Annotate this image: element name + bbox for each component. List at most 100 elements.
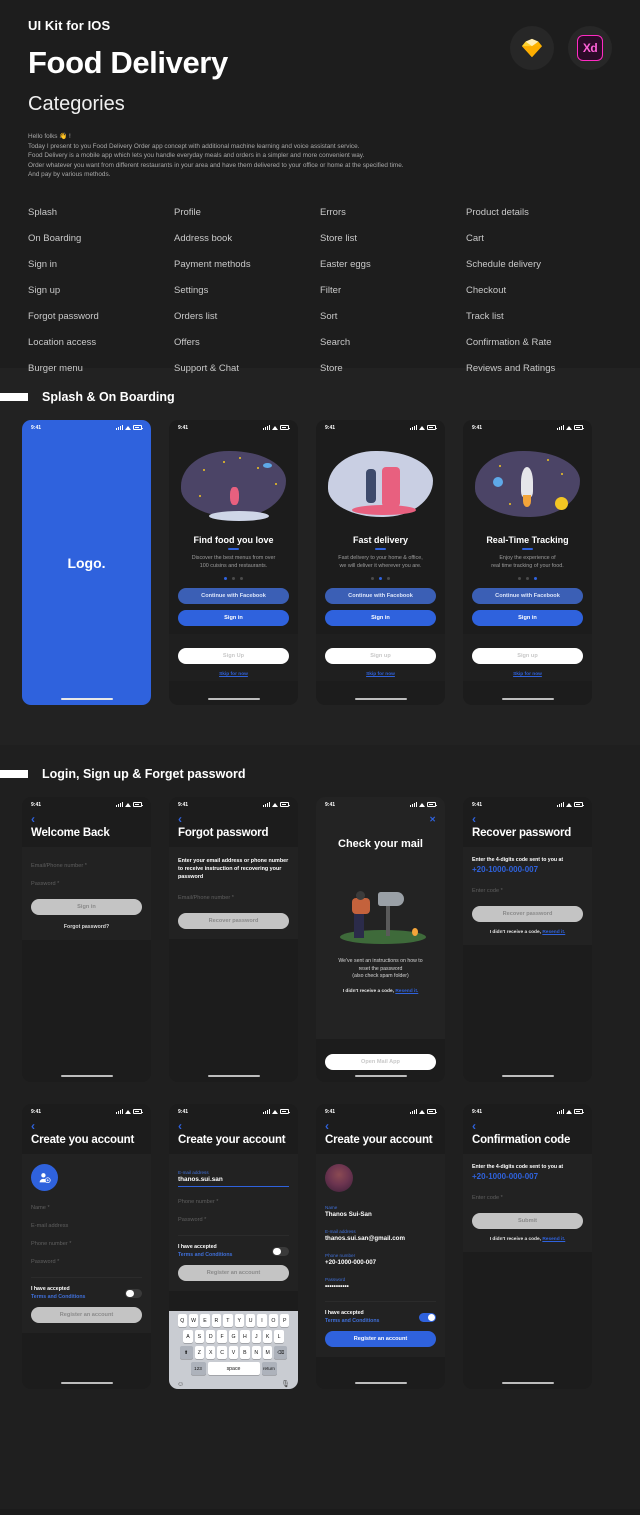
- dot-1[interactable]: [379, 576, 382, 580]
- sign-in-button[interactable]: Sign in: [472, 609, 583, 626]
- submit-button[interactable]: Submit: [472, 1213, 583, 1229]
- skip-for-now-link[interactable]: Skip for now: [366, 672, 395, 677]
- terms-and-conditions-link[interactable]: Terms and Conditions: [31, 1294, 85, 1300]
- close-icon[interactable]: ✕: [429, 815, 436, 824]
- dot-1[interactable]: [232, 576, 235, 580]
- back-button-icon[interactable]: ‹: [463, 812, 592, 825]
- terms-toggle[interactable]: [125, 1288, 142, 1299]
- key-o[interactable]: O: [268, 1314, 279, 1327]
- on-screen-keyboard[interactable]: Q W E R T Y U I O P A S D F G H J K L ⬆ …: [169, 1311, 298, 1389]
- back-button-icon[interactable]: ‹: [169, 1119, 298, 1132]
- category-item-14[interactable]: Filter: [320, 278, 466, 304]
- key-l[interactable]: L: [274, 1330, 284, 1343]
- backspace-key[interactable]: ⌫: [274, 1346, 288, 1359]
- back-button-icon[interactable]: ‹: [169, 812, 298, 825]
- key-a[interactable]: A: [183, 1330, 193, 1343]
- dot-0[interactable]: [224, 576, 227, 580]
- key-r[interactable]: R: [211, 1314, 222, 1327]
- sign-in-button[interactable]: Sign in: [325, 609, 436, 626]
- sketch-badge[interactable]: [510, 26, 554, 70]
- emoji-icon[interactable]: ☺: [177, 1381, 184, 1388]
- password-field[interactable]: Password *: [31, 875, 142, 893]
- numbers-key[interactable]: 123: [190, 1362, 206, 1375]
- category-item-15[interactable]: Checkout: [466, 278, 612, 304]
- category-item-23[interactable]: Confirmation & Rate: [466, 330, 612, 356]
- phone-field[interactable]: Phone number *: [178, 1193, 289, 1211]
- category-item-25[interactable]: Support & Chat: [174, 356, 320, 382]
- key-i[interactable]: I: [257, 1314, 267, 1327]
- code-field[interactable]: Enter code *: [472, 1189, 583, 1207]
- sign-up-button[interactable]: Sign Up: [178, 647, 289, 664]
- continue-with-facebook-button[interactable]: Continue with Facebook: [472, 587, 583, 604]
- category-item-13[interactable]: Settings: [174, 278, 320, 304]
- dot-2[interactable]: [387, 576, 390, 580]
- category-item-24[interactable]: Burger menu: [28, 356, 174, 382]
- category-item-4[interactable]: On Boarding: [28, 226, 174, 252]
- password-field[interactable]: Password *: [31, 1253, 142, 1271]
- dot-0[interactable]: [518, 576, 521, 580]
- register-button[interactable]: Register an account: [31, 1307, 142, 1323]
- category-item-18[interactable]: Sort: [320, 304, 466, 330]
- email-field[interactable]: Email/Phone number *: [31, 857, 142, 875]
- category-item-9[interactable]: Payment methods: [174, 252, 320, 278]
- category-item-5[interactable]: Address book: [174, 226, 320, 252]
- category-item-1[interactable]: Profile: [174, 200, 320, 226]
- back-button-icon[interactable]: ‹: [22, 1119, 151, 1132]
- return-key[interactable]: return: [261, 1362, 277, 1375]
- forgot-password-link[interactable]: Forgot password?: [31, 924, 142, 930]
- register-button[interactable]: Register an account: [325, 1331, 436, 1347]
- key-p[interactable]: P: [280, 1314, 290, 1327]
- category-item-19[interactable]: Track list: [466, 304, 612, 330]
- sign-up-button[interactable]: Sign up: [325, 647, 436, 664]
- category-item-22[interactable]: Search: [320, 330, 466, 356]
- key-u[interactable]: U: [245, 1314, 256, 1327]
- continue-with-facebook-button[interactable]: Continue with Facebook: [325, 587, 436, 604]
- key-f[interactable]: F: [217, 1330, 227, 1343]
- category-item-10[interactable]: Easter eggs: [320, 252, 466, 278]
- category-item-3[interactable]: Product details: [466, 200, 612, 226]
- key-h[interactable]: H: [240, 1330, 250, 1343]
- page-dots[interactable]: [316, 576, 445, 580]
- resend-link[interactable]: Resend it.: [542, 1237, 565, 1242]
- terms-toggle[interactable]: [272, 1246, 289, 1257]
- key-s[interactable]: S: [194, 1330, 205, 1343]
- category-item-6[interactable]: Store list: [320, 226, 466, 252]
- category-item-26[interactable]: Store: [320, 356, 466, 382]
- category-item-2[interactable]: Errors: [320, 200, 466, 226]
- avatar[interactable]: [325, 1164, 353, 1192]
- key-e[interactable]: E: [200, 1314, 210, 1327]
- key-z[interactable]: Z: [194, 1346, 205, 1359]
- category-item-27[interactable]: Reviews and Ratings: [466, 356, 612, 382]
- adobe-xd-badge[interactable]: Xd: [568, 26, 612, 70]
- key-v[interactable]: V: [228, 1346, 239, 1359]
- category-item-8[interactable]: Sign in: [28, 252, 174, 278]
- microphone-icon[interactable]: 🎙: [281, 1380, 290, 1388]
- terms-toggle[interactable]: [419, 1312, 436, 1323]
- category-item-21[interactable]: Offers: [174, 330, 320, 356]
- terms-and-conditions-link[interactable]: Terms and Conditions: [325, 1318, 379, 1324]
- back-button-icon[interactable]: ‹: [463, 1119, 592, 1132]
- resend-link[interactable]: Resend it.: [395, 989, 418, 994]
- key-y[interactable]: Y: [234, 1314, 244, 1327]
- key-m[interactable]: M: [262, 1346, 273, 1359]
- key-n[interactable]: N: [251, 1346, 261, 1359]
- name-value[interactable]: Thanos Sui-San: [325, 1211, 436, 1223]
- space-key[interactable]: space: [207, 1362, 260, 1375]
- resend-link[interactable]: Resend it.: [542, 930, 565, 935]
- shift-key[interactable]: ⬆: [179, 1346, 193, 1359]
- email-input-value[interactable]: thanos.sui.san: [178, 1176, 289, 1187]
- register-button[interactable]: Register an account: [178, 1265, 289, 1281]
- phone-value[interactable]: +20-1000-000-007: [325, 1259, 436, 1271]
- open-mail-app-button[interactable]: Open Mail App: [325, 1054, 436, 1070]
- back-button-icon[interactable]: ‹: [22, 812, 151, 825]
- key-j[interactable]: J: [251, 1330, 261, 1343]
- phone-field[interactable]: Phone number *: [31, 1235, 142, 1253]
- category-item-17[interactable]: Orders list: [174, 304, 320, 330]
- key-c[interactable]: C: [217, 1346, 227, 1359]
- skip-for-now-link[interactable]: Skip for now: [513, 672, 542, 677]
- category-item-12[interactable]: Sign up: [28, 278, 174, 304]
- add-photo-icon[interactable]: [31, 1164, 58, 1191]
- sign-in-button[interactable]: Sign in: [31, 899, 142, 915]
- key-q[interactable]: Q: [177, 1314, 187, 1327]
- category-item-0[interactable]: Splash: [28, 200, 174, 226]
